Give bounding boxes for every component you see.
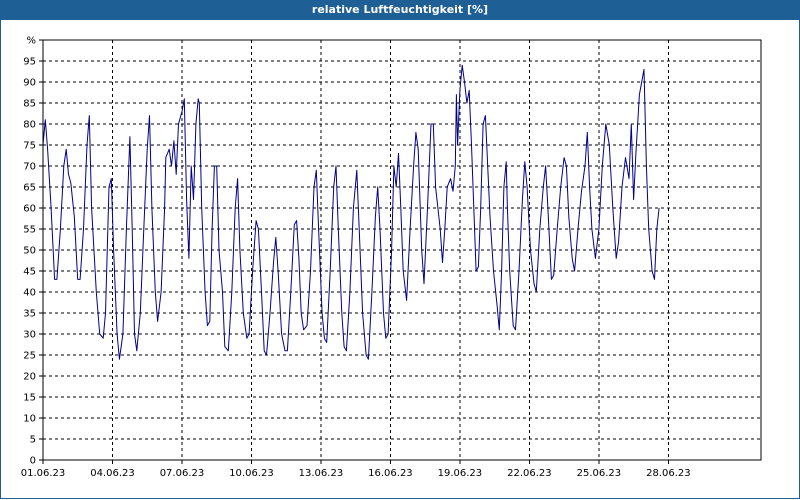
x-tick-label: 13.06.23 bbox=[299, 468, 344, 479]
y-tick-label: 75 bbox=[23, 141, 36, 152]
y-tick-label: 10 bbox=[23, 414, 36, 425]
x-tick-label: 19.06.23 bbox=[438, 468, 483, 479]
x-tick-label: 07.06.23 bbox=[160, 468, 205, 479]
x-tick-label: 22.06.23 bbox=[507, 468, 552, 479]
y-tick-label: 25 bbox=[23, 351, 36, 362]
y-tick-label: 65 bbox=[23, 183, 36, 194]
y-tick-label: 85 bbox=[23, 99, 36, 110]
y-tick-label: 95 bbox=[23, 57, 36, 68]
y-tick-label: 35 bbox=[23, 309, 36, 320]
y-tick-label: 20 bbox=[23, 372, 36, 383]
humidity-chart: 0 5 10 15 20 25 30 35 40 45 50 55 60 65 70 75 80 85 90 95% 0… bbox=[21, 36, 762, 479]
y-unit-label: % bbox=[26, 36, 36, 47]
y-tick-label: 15 bbox=[23, 393, 36, 404]
x-tick-label: 25.06.23 bbox=[577, 468, 622, 479]
y-tick-label: 0 bbox=[30, 456, 36, 467]
x-tick-label: 04.06.23 bbox=[90, 468, 135, 479]
x-tick-label: 10.06.23 bbox=[229, 468, 274, 479]
y-tick-label: 80 bbox=[23, 120, 36, 131]
y-tick-label: 45 bbox=[23, 267, 36, 278]
y-tick-label: 90 bbox=[23, 78, 36, 89]
y-tick-label: 55 bbox=[23, 225, 36, 236]
y-tick-label: 40 bbox=[23, 288, 36, 299]
chart-title: relative Luftfeuchtigkeit [%] bbox=[0, 0, 800, 20]
y-tick-label: 60 bbox=[23, 204, 36, 215]
y-tick-label: 5 bbox=[30, 435, 36, 446]
chart-frame: 0 5 10 15 20 25 30 35 40 45 50 55 60 65 70 75 80 85 90 95% 0… bbox=[0, 20, 800, 499]
y-tick-label: 70 bbox=[23, 162, 36, 173]
x-tick-label: 01.06.23 bbox=[21, 468, 66, 479]
y-tick-label: 30 bbox=[23, 330, 36, 341]
x-tick-label: 28.06.23 bbox=[646, 468, 691, 479]
y-tick-label: 50 bbox=[23, 246, 36, 257]
x-tick-label: 16.06.23 bbox=[368, 468, 413, 479]
